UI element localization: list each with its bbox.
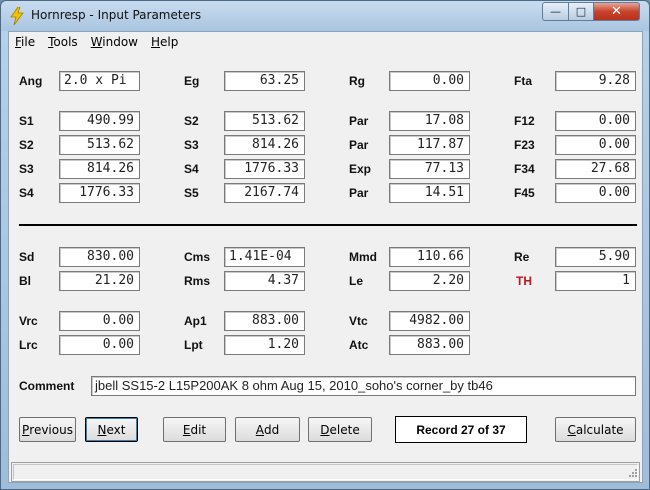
label-par2: Par <box>349 138 369 152</box>
field-rms[interactable]: 4.37 <box>224 271 305 291</box>
field-ang[interactable]: 2.0 x Pi <box>59 71 140 91</box>
label-vtc: Vtc <box>349 314 368 328</box>
field-f34[interactable]: 27.68 <box>555 159 636 179</box>
field-bl[interactable]: 21.20 <box>59 271 140 291</box>
close-icon: ✕ <box>611 4 622 19</box>
field-exp[interactable]: 77.13 <box>389 159 470 179</box>
field-s5[interactable]: 2167.74 <box>224 183 305 203</box>
label-re: Re <box>514 250 530 264</box>
field-lrc[interactable]: 0.00 <box>59 335 140 355</box>
add-button[interactable]: Add <box>235 417 300 442</box>
label-le: Le <box>349 274 364 288</box>
label-f45: F45 <box>514 186 535 200</box>
lightning-icon <box>10 7 24 25</box>
label-rg: Rg <box>349 74 365 88</box>
label-th: TH <box>516 274 532 288</box>
label-atc: Atc <box>349 338 369 352</box>
field-vrc[interactable]: 0.00 <box>59 311 140 331</box>
field-par1[interactable]: 17.08 <box>389 111 470 131</box>
field-s2[interactable]: 513.62 <box>224 111 305 131</box>
label-s2-b: S2 <box>19 138 34 152</box>
field-par2[interactable]: 117.87 <box>389 135 470 155</box>
field-s1[interactable]: 490.99 <box>59 111 140 131</box>
label-rms: Rms <box>184 274 211 288</box>
field-s4[interactable]: 1776.33 <box>224 159 305 179</box>
field-s2-b[interactable]: 513.62 <box>59 135 140 155</box>
label-f23: F23 <box>514 138 535 152</box>
edit-button[interactable]: Edit <box>163 417 226 442</box>
label-par1: Par <box>349 114 369 128</box>
input-parameters-panel: Ang 2.0 x Pi Eg 63.25 Rg 0.00 Fta 9.28 S… <box>10 53 641 461</box>
field-s3-b[interactable]: 814.26 <box>59 159 140 179</box>
field-f45[interactable]: 0.00 <box>555 183 636 203</box>
field-s3[interactable]: 814.26 <box>224 135 305 155</box>
label-cms: Cms <box>184 250 211 264</box>
status-bar <box>11 462 640 482</box>
label-vrc: Vrc <box>19 314 38 328</box>
status-pane <box>13 464 638 480</box>
label-s4: S4 <box>184 162 199 176</box>
resize-grip-icon[interactable] <box>626 468 638 480</box>
menu-bar: File Tools Window Help <box>9 32 642 52</box>
label-eg: Eg <box>184 74 200 88</box>
field-mmd[interactable]: 110.66 <box>389 247 470 267</box>
field-ap1[interactable]: 883.00 <box>224 311 305 331</box>
section-divider <box>19 224 637 226</box>
field-th[interactable]: 1 <box>555 271 636 291</box>
label-lpt: Lpt <box>184 338 203 352</box>
label-s3-b: S3 <box>19 162 34 176</box>
field-s4-b[interactable]: 1776.33 <box>59 183 140 203</box>
minimize-icon: — <box>550 5 561 18</box>
label-comment: Comment <box>19 379 75 393</box>
label-f12: F12 <box>514 114 535 128</box>
minimize-button[interactable]: — <box>542 2 569 21</box>
maximize-icon: □ <box>575 5 587 18</box>
label-s3: S3 <box>184 138 199 152</box>
field-rg[interactable]: 0.00 <box>389 71 470 91</box>
field-atc[interactable]: 883.00 <box>389 335 470 355</box>
label-ap1: Ap1 <box>184 314 207 328</box>
menu-file[interactable]: File <box>15 35 35 49</box>
field-f12[interactable]: 0.00 <box>555 111 636 131</box>
window-title: Hornresp - Input Parameters <box>31 8 202 22</box>
field-fta[interactable]: 9.28 <box>555 71 636 91</box>
label-s2: S2 <box>184 114 199 128</box>
field-sd[interactable]: 830.00 <box>59 247 140 267</box>
label-fta: Fta <box>514 74 532 88</box>
record-counter: Record 27 of 37 <box>395 416 527 443</box>
field-eg[interactable]: 63.25 <box>224 71 305 91</box>
menu-help[interactable]: Help <box>151 35 178 49</box>
label-s5: S5 <box>184 186 199 200</box>
label-f34: F34 <box>514 162 535 176</box>
label-par3: Par <box>349 186 369 200</box>
label-mmd: Mmd <box>349 250 377 264</box>
field-vtc[interactable]: 4982.00 <box>389 311 470 331</box>
field-le[interactable]: 2.20 <box>389 271 470 291</box>
delete-button[interactable]: Delete <box>308 417 372 442</box>
field-f23[interactable]: 0.00 <box>555 135 636 155</box>
field-re[interactable]: 5.90 <box>555 247 636 267</box>
label-bl: Bl <box>19 274 31 288</box>
calculate-button[interactable]: Calculate <box>555 417 636 442</box>
field-cms[interactable]: 1.41E-04 <box>224 247 305 267</box>
comment-field[interactable]: jbell SS15-2 L15P200AK 8 ohm Aug 15, 201… <box>91 376 636 396</box>
title-bar[interactable]: Hornresp - Input Parameters — □ ✕ <box>1 1 649 31</box>
close-button[interactable]: ✕ <box>593 2 640 21</box>
label-s4-b: S4 <box>19 186 34 200</box>
label-s1: S1 <box>19 114 34 128</box>
next-button[interactable]: Next <box>85 417 138 442</box>
menu-window[interactable]: Window <box>91 35 138 49</box>
label-ang: Ang <box>19 74 43 88</box>
previous-button[interactable]: Previous <box>19 417 76 442</box>
app-window: Hornresp - Input Parameters — □ ✕ File T… <box>0 0 650 490</box>
label-exp: Exp <box>349 162 372 176</box>
field-lpt[interactable]: 1.20 <box>224 335 305 355</box>
field-par3[interactable]: 14.51 <box>389 183 470 203</box>
menu-tools[interactable]: Tools <box>48 35 78 49</box>
client-area: File Tools Window Help Ang 2.0 x Pi Eg 6… <box>8 31 643 483</box>
label-sd: Sd <box>19 250 35 264</box>
maximize-button[interactable]: □ <box>568 2 594 21</box>
label-lrc: Lrc <box>19 338 38 352</box>
